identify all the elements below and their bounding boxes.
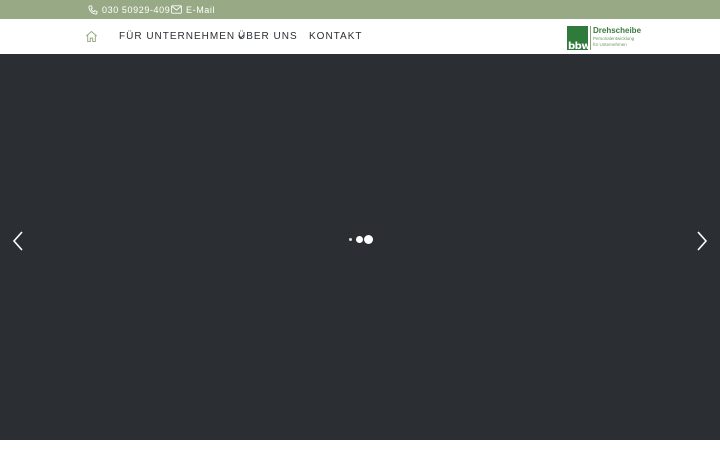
loader-dot	[349, 238, 352, 241]
nav-item-ueber-uns[interactable]: ÜBER UNS	[238, 19, 298, 54]
nav-item-fuer-unternehmen[interactable]: FÜR UNTERNEHMEN	[119, 19, 244, 54]
email-link[interactable]: E-Mail	[171, 0, 215, 19]
nav-item-label: ÜBER UNS	[238, 31, 298, 42]
loading-dots-icon	[349, 234, 375, 246]
chevron-right-icon	[695, 231, 709, 257]
home-link[interactable]	[85, 30, 98, 43]
email-label: E-Mail	[186, 4, 216, 15]
phone-number: 030 50929-409	[102, 4, 171, 15]
brand-logo[interactable]: bbw Drehscheibe Personalentwicklung für …	[567, 26, 641, 50]
logo-name: Drehscheibe	[593, 26, 642, 35]
slider-next-button[interactable]	[695, 229, 709, 253]
nav-item-label: FÜR UNTERNEHMEN	[119, 31, 236, 42]
loader-dot	[356, 236, 363, 243]
slider-prev-button[interactable]	[11, 229, 25, 253]
phone-link[interactable]: 030 50929-409	[88, 0, 170, 19]
nav-item-kontakt[interactable]: KONTAKT	[309, 19, 362, 54]
logo-mark-text: bbw	[568, 41, 588, 50]
mail-icon	[171, 5, 182, 14]
chevron-left-icon	[11, 231, 25, 257]
page-bottom-strip	[0, 440, 720, 450]
phone-icon	[88, 5, 98, 15]
logo-divider	[590, 26, 591, 50]
logo-text: Drehscheibe Personalentwicklung für Unte…	[593, 26, 641, 50]
top-contact-bar: 030 50929-409 E-Mail	[0, 0, 720, 19]
logo-mark: bbw	[567, 26, 588, 50]
loader-dot	[364, 235, 373, 244]
hero-slider	[0, 54, 720, 440]
home-icon	[85, 30, 98, 47]
logo-tagline-2: für Unternehmen	[593, 42, 627, 47]
nav-item-label: KONTAKT	[309, 31, 363, 42]
